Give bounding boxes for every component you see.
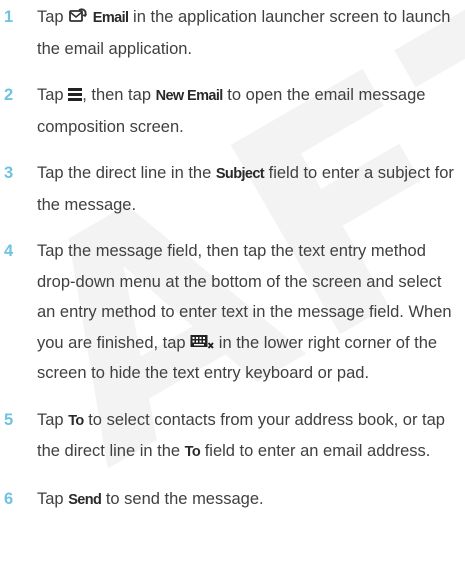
step-number: 4 <box>4 242 14 260</box>
step-number: 6 <box>4 489 14 508</box>
step-6: 6 Tap Send to send the message. <box>0 484 465 516</box>
new-email-label: New Email <box>155 88 224 104</box>
step-text: Tap the message field, then tap the text… <box>37 242 452 382</box>
step-number: 3 <box>4 164 14 182</box>
menu-icon <box>68 87 83 102</box>
step-4: 4 Tap the message field, then tap the te… <box>0 236 465 389</box>
instruction-steps: 1 Tap Email in the application launcher … <box>0 2 465 531</box>
step-number: 5 <box>4 410 14 429</box>
step-number: 2 <box>4 86 14 104</box>
step-text: Tap To to select contacts from your addr… <box>37 410 445 461</box>
step-5: 5 Tap To to select contacts from your ad… <box>0 405 465 468</box>
to-label: To <box>68 412 84 429</box>
hide-keyboard-icon <box>190 334 214 350</box>
send-label: Send <box>68 491 102 508</box>
step-text: Tap Send to send the message. <box>37 489 264 508</box>
step-1: 1 Tap Email in the application launcher … <box>0 2 465 64</box>
email-label: Email <box>92 10 129 26</box>
subject-label: Subject <box>215 166 265 182</box>
step-number: 1 <box>4 8 14 26</box>
step-3: 3 Tap the direct line in the Subject fie… <box>0 158 465 220</box>
email-app-icon <box>68 8 88 24</box>
step-text: Tap the direct line in the Subject field… <box>37 164 454 214</box>
step-text: Tap , then tap New Email to open the ema… <box>37 86 426 136</box>
to-label: To <box>184 444 201 460</box>
step-text: Tap Email in the application launcher sc… <box>37 8 451 58</box>
step-2: 2 Tap , then tap New Email to open the e… <box>0 80 465 142</box>
